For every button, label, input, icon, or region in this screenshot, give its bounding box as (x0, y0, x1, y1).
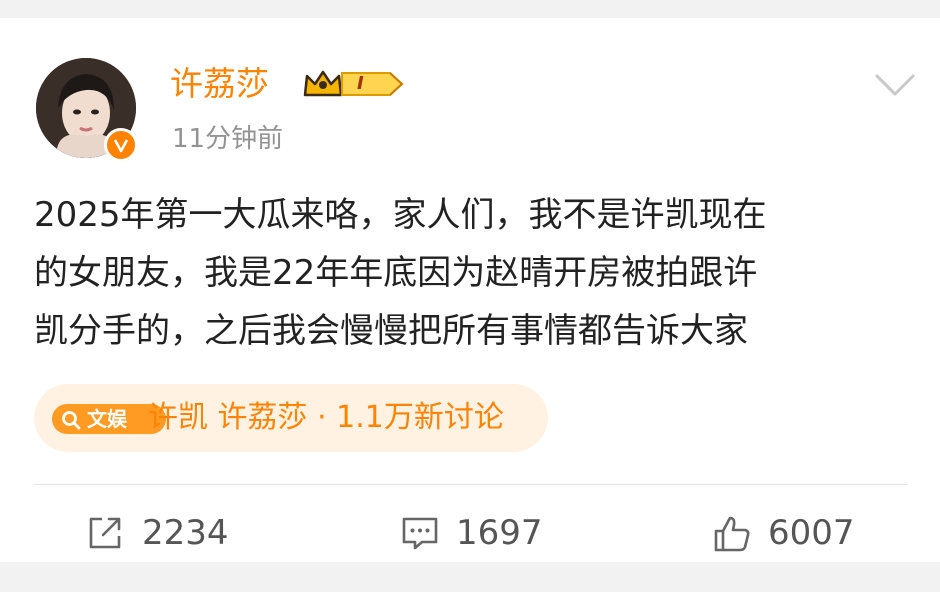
topic-text: 许凯 许荔莎 · 1.1万新讨论 (148, 400, 504, 435)
level-label: I (357, 73, 364, 94)
post-timestamp: 11分钟前 (172, 124, 284, 154)
comment-button[interactable]: 1697 (400, 510, 550, 556)
divider (34, 484, 908, 485)
repost-button[interactable]: 2234 (86, 510, 236, 556)
chevron-down-icon[interactable] (874, 72, 916, 98)
like-count: 6007 (768, 513, 855, 553)
thumbs-up-icon (714, 516, 750, 552)
verified-v-icon (104, 128, 138, 162)
weibo-post-card: 许荔莎 I 11分钟前 2025年第一大瓜来咯，家人们，我不是许凯现在 的女朋友… (0, 18, 940, 562)
comment-icon (402, 517, 438, 550)
comment-count: 1697 (456, 513, 543, 553)
share-icon (89, 517, 121, 549)
search-icon (62, 411, 81, 430)
topic-category-label: 文娱 (87, 407, 127, 431)
topic-chip[interactable]: 文娱 许凯 许荔莎 · 1.1万新讨论 (34, 384, 548, 452)
crown-icon (303, 70, 343, 97)
post-text: 2025年第一大瓜来咯，家人们，我不是许凯现在 的女朋友，我是22年年底因为赵晴… (34, 195, 767, 351)
username[interactable]: 许荔莎 (170, 62, 269, 106)
like-button[interactable]: 6007 (712, 510, 862, 556)
repost-count: 2234 (142, 513, 229, 553)
